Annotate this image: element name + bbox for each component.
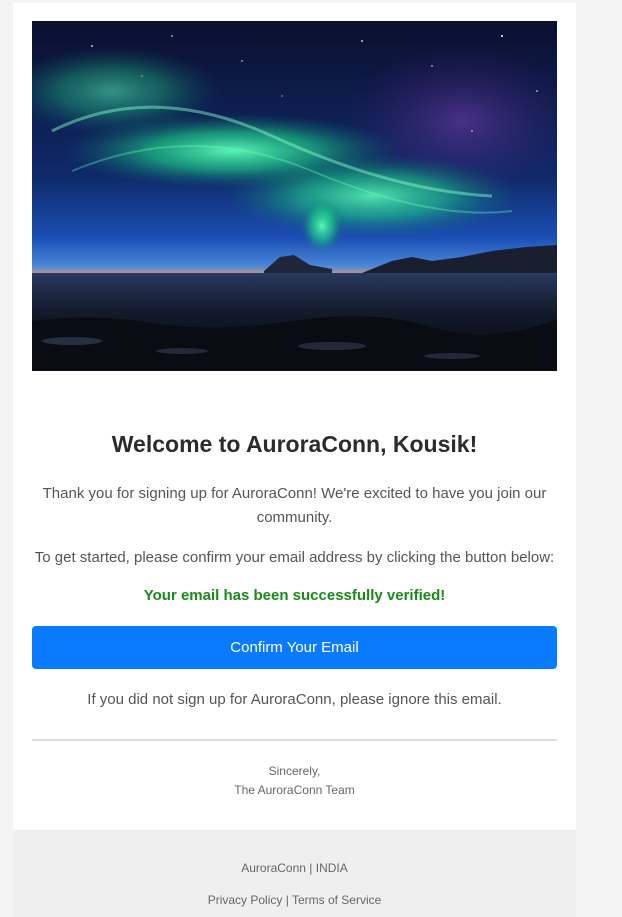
signoff-team: The AuroraConn Team bbox=[234, 783, 355, 797]
divider bbox=[32, 739, 557, 741]
instruction-text: To get started, please confirm your emai… bbox=[34, 549, 555, 566]
ignore-notice: If you did not sign up for AuroraConn, p… bbox=[87, 691, 502, 708]
privacy-policy-link[interactable]: Privacy Policy bbox=[208, 893, 283, 907]
intro-text: Thank you for signing up for AuroraConn!… bbox=[42, 485, 547, 526]
email-card: Welcome to AuroraConn, Kousik! Thank you… bbox=[13, 3, 576, 830]
signoff-closing: Sincerely, bbox=[268, 764, 321, 778]
confirm-email-button[interactable]: Confirm Your Email bbox=[32, 626, 557, 669]
footer-links: Privacy Policy | Terms of Service bbox=[13, 893, 576, 907]
email-footer: AuroraConn | INDIA Privacy Policy | Term… bbox=[13, 830, 576, 917]
terms-of-service-link[interactable]: Terms of Service bbox=[292, 893, 381, 907]
footer-company-line: AuroraConn | INDIA bbox=[241, 861, 348, 875]
verification-success-message: Your email has been successfully verifie… bbox=[143, 587, 446, 604]
aurora-landscape-image bbox=[32, 21, 557, 371]
signoff: Sincerely, The AuroraConn Team bbox=[13, 762, 576, 800]
email-page: Welcome to AuroraConn, Kousik! Thank you… bbox=[0, 0, 622, 917]
welcome-title: Welcome to AuroraConn, Kousik! bbox=[111, 431, 478, 457]
footer-link-separator: | bbox=[282, 893, 292, 907]
